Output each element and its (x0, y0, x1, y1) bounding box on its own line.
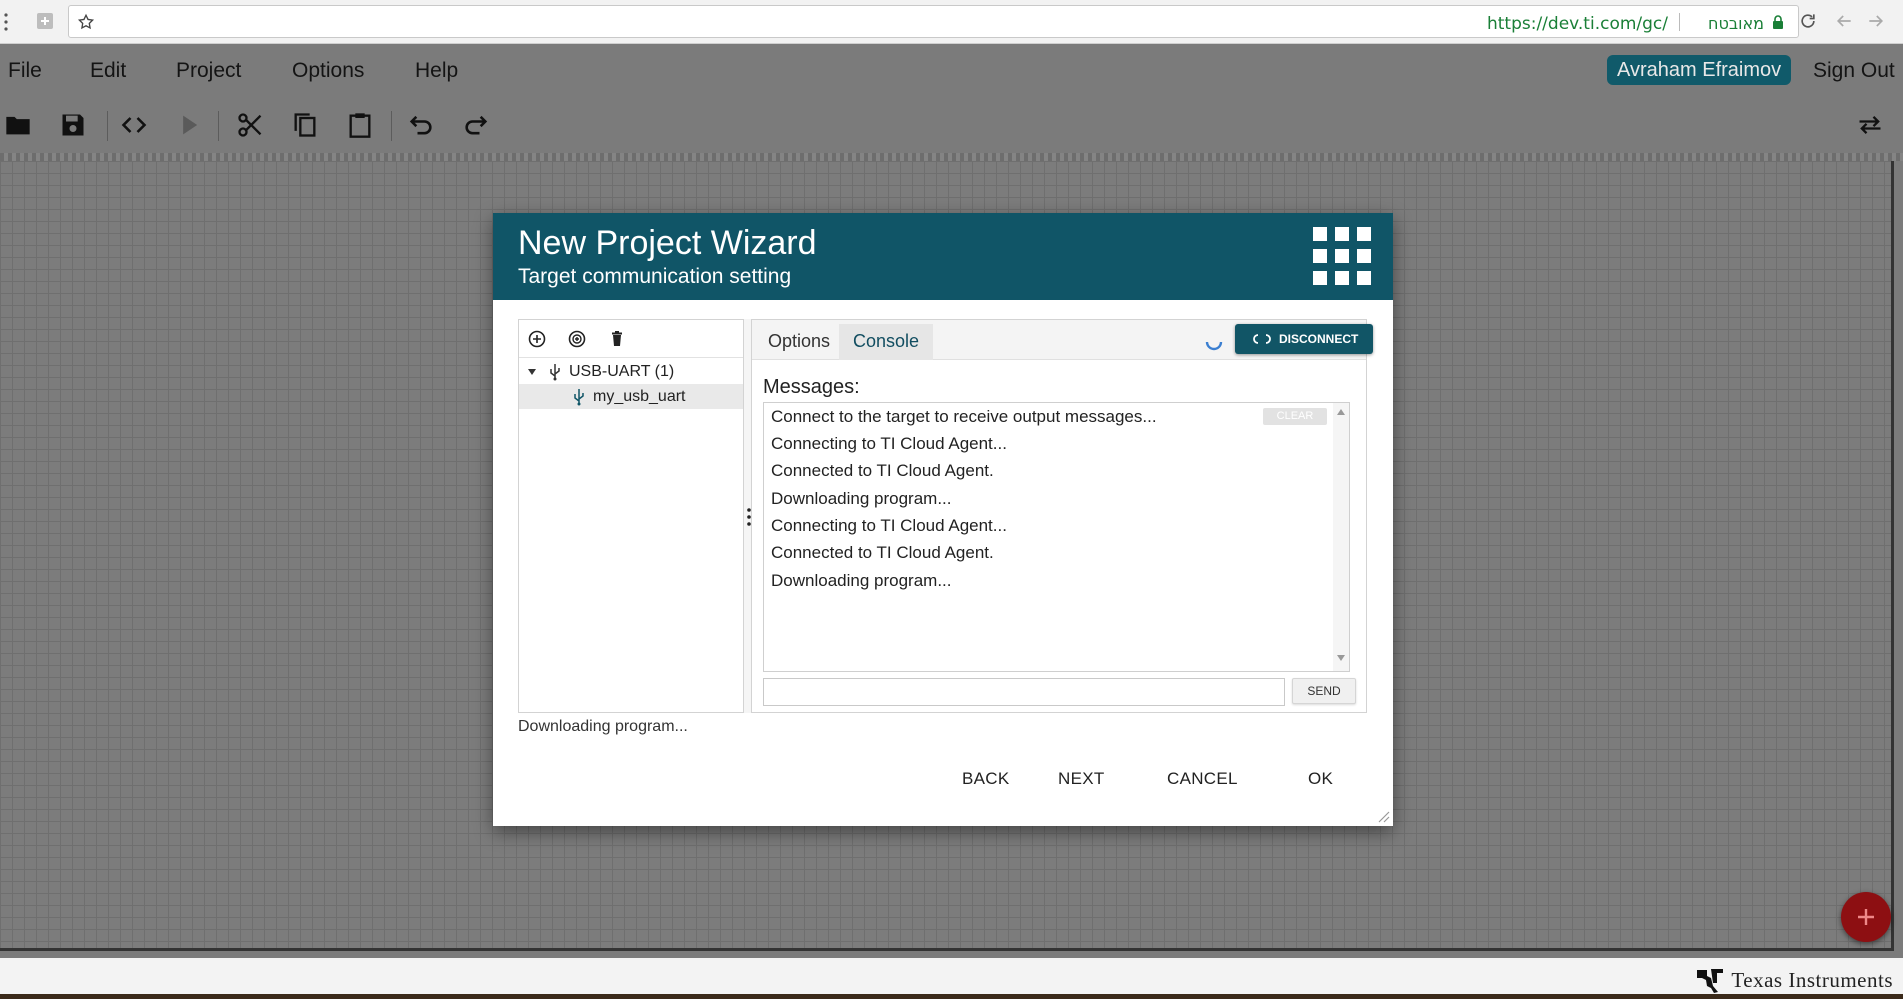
message-line: Connecting to TI Cloud Agent... (771, 434, 1007, 453)
disconnect-button[interactable]: DISCONNECT (1235, 324, 1373, 354)
browser-menu-icon[interactable] (2, 12, 10, 32)
paste-icon[interactable] (346, 111, 374, 139)
messages-scrollbar[interactable] (1333, 403, 1349, 671)
loading-spinner-icon (1205, 341, 1223, 351)
omnibox-divider (1679, 13, 1680, 31)
apps-grid-icon (1313, 227, 1371, 285)
message-line: Connecting to TI Cloud Agent... (771, 516, 1007, 535)
console-panel: Options Console DISCONNECT Messages: Con… (752, 319, 1373, 713)
usb-icon (574, 389, 584, 406)
toolbar-separator (107, 111, 108, 141)
ti-logo: Texas Instruments (1695, 966, 1893, 994)
footer: Texas Instruments (0, 958, 1903, 999)
cancel-button[interactable]: CANCEL (1167, 769, 1238, 789)
toolbar (0, 97, 1903, 153)
extension-icon[interactable] (36, 12, 54, 30)
messages-heading: Messages: (763, 376, 860, 398)
message-line: Connected to TI Cloud Agent. (771, 543, 994, 562)
toolbar-separator (391, 111, 392, 141)
message-line: Downloading program... (771, 489, 952, 508)
swap-icon[interactable] (1856, 111, 1884, 139)
omnibox[interactable]: https://dev.ti.com/gc/ מאובטח (68, 5, 1799, 38)
undo-icon[interactable] (407, 111, 435, 139)
menu-options[interactable]: Options (292, 59, 364, 83)
connection-tree-panel: USB-UART (1) my_usb_uart (518, 319, 744, 713)
caret-down-icon[interactable] (527, 368, 537, 376)
back-button[interactable]: BACK (962, 769, 1010, 789)
run-icon[interactable] (175, 111, 203, 139)
toolbar-edge (0, 153, 1903, 161)
forward-arrow-icon[interactable] (1866, 11, 1886, 31)
tree-item-usb-uart[interactable]: USB-UART (1) (519, 359, 743, 384)
signout-link[interactable]: Sign Out (1813, 59, 1895, 83)
folder-open-icon[interactable] (4, 111, 32, 139)
new-project-wizard-dialog: New Project Wizard Target communication … (493, 213, 1393, 826)
redo-icon[interactable] (462, 111, 490, 139)
save-icon[interactable] (59, 111, 87, 139)
tree-toolbar (519, 320, 743, 358)
back-arrow-icon[interactable] (1834, 11, 1854, 31)
message-line: Downloading program... (771, 571, 952, 590)
copy-icon[interactable] (291, 111, 319, 139)
browser-address-bar: https://dev.ti.com/gc/ מאובטח (0, 0, 1903, 44)
add-circle-icon[interactable] (527, 329, 547, 349)
menu-help[interactable]: Help (415, 59, 458, 83)
ti-brand-text: Texas Instruments (1731, 967, 1893, 992)
message-line: Connected to TI Cloud Agent. (771, 461, 994, 480)
bottom-strip (0, 994, 1903, 999)
cut-icon[interactable] (236, 111, 264, 139)
tab-console[interactable]: Console (839, 324, 934, 360)
reload-icon[interactable] (1798, 11, 1818, 31)
lock-icon (1773, 15, 1783, 29)
url-text: https://dev.ti.com/gc/ (1486, 14, 1668, 34)
scroll-down-icon[interactable] (1337, 655, 1345, 661)
secure-label: מאובטח (1708, 14, 1764, 33)
ok-button[interactable]: OK (1308, 769, 1333, 789)
drag-handle-icon[interactable] (747, 507, 751, 527)
menu-edit[interactable]: Edit (90, 59, 126, 83)
panel-tabs: Options Console DISCONNECT (752, 320, 1373, 360)
disconnect-label: DISCONNECT (1279, 332, 1359, 346)
tab-options[interactable]: Options (754, 324, 844, 360)
menu-file[interactable]: File (8, 59, 42, 83)
panel-splitter[interactable] (744, 319, 752, 713)
send-button[interactable]: SEND (1292, 678, 1356, 704)
dialog-header: New Project Wizard Target communication … (493, 213, 1393, 300)
scroll-up-icon[interactable] (1337, 409, 1345, 415)
message-line: Connect to the target to receive output … (771, 407, 1157, 426)
messages-log[interactable]: Connect to the target to receive output … (763, 402, 1350, 672)
status-text: Downloading program... (518, 718, 688, 735)
menubar: File Edit Project Options Help Avraham E… (0, 45, 1903, 97)
resize-grip-icon[interactable] (1378, 811, 1390, 823)
toolbar-separator (218, 111, 219, 141)
add-fab-button[interactable] (1841, 892, 1891, 942)
unlink-icon (1253, 334, 1271, 344)
ti-logo-icon (1697, 969, 1724, 993)
usb-icon (550, 364, 560, 381)
bookmark-star-icon[interactable] (77, 13, 95, 31)
dialog-subtitle: Target communication setting (518, 265, 792, 288)
menu-project[interactable]: Project (176, 59, 241, 83)
clear-button[interactable]: CLEAR (1263, 408, 1327, 425)
delete-icon[interactable] (607, 329, 627, 349)
dialog-title: New Project Wizard (518, 224, 817, 262)
tree-item-my-usb-uart[interactable]: my_usb_uart (519, 384, 743, 409)
add-connection-icon[interactable] (567, 329, 587, 349)
code-icon[interactable] (120, 111, 148, 139)
send-input[interactable] (763, 678, 1285, 706)
user-badge[interactable]: Avraham Efraimov (1607, 55, 1792, 85)
tree-item-label: USB-UART (1) (569, 363, 675, 380)
next-button[interactable]: NEXT (1058, 769, 1105, 789)
tree-item-label: my_usb_uart (593, 388, 686, 405)
plus-icon (1858, 909, 1874, 925)
